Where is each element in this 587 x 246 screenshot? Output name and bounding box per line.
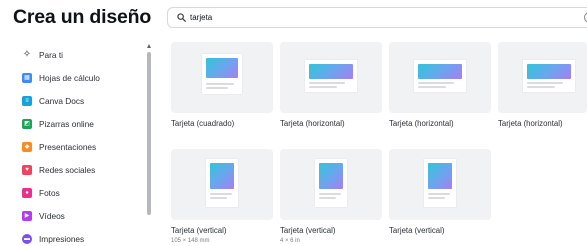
- sidebar-item-fotos[interactable]: ● Fotos: [22, 185, 60, 201]
- sidebar-item-label: Presentaciones: [39, 142, 97, 152]
- template-thumbnail: [280, 149, 382, 220]
- card-title: Tarjeta (vertical): [280, 226, 336, 235]
- sidebar-item-label: Hojas de cálculo: [39, 73, 100, 83]
- page-title: Crea un diseño: [13, 6, 152, 28]
- sidebar-item-impresiones[interactable]: ▬ Impresiones: [22, 231, 84, 246]
- card-title: Tarjeta (horizontal): [280, 119, 345, 128]
- sidebar-item-pizarras-online[interactable]: ◩ Pizarras online: [22, 116, 94, 132]
- template-thumbnail: [389, 149, 491, 220]
- sidebar-item-label: Fotos: [39, 188, 60, 198]
- video-icon: ▶: [22, 211, 32, 221]
- sidebar-item-hojas-de-calculo[interactable]: ▦ Hojas de cálculo: [22, 70, 100, 86]
- search-input[interactable]: [190, 10, 570, 25]
- sidebar-item-para-ti[interactable]: ✧ Para ti: [22, 47, 63, 63]
- sidebar-item-label: Impresiones: [39, 234, 85, 244]
- sidebar-item-canva-docs[interactable]: ≡ Canva Docs: [22, 93, 84, 109]
- spreadsheet-icon: ▦: [22, 73, 32, 83]
- scroll-up-arrow-icon[interactable]: [147, 44, 151, 48]
- sidebar-item-presentaciones[interactable]: ◆ Presentaciones: [22, 139, 96, 155]
- card-title: Tarjeta (vertical): [171, 226, 227, 235]
- sidebar-scrollbar[interactable]: [147, 44, 152, 246]
- sidebar-item-redes-sociales[interactable]: ♥ Redes sociales: [22, 162, 95, 178]
- card-title: Tarjeta (horizontal): [389, 119, 454, 128]
- card-dimensions: 105 × 148 mm: [171, 238, 210, 244]
- heart-icon: ♥: [22, 165, 32, 175]
- template-thumbnail: [389, 42, 491, 113]
- sidebar: ✧ Para ti ▦ Hojas de cálculo ≡ Canva Doc…: [0, 44, 156, 246]
- card-title: Tarjeta (cuadrado): [171, 119, 235, 128]
- photo-icon: ●: [22, 188, 32, 198]
- sidebar-item-label: Para ti: [39, 50, 63, 60]
- search-icon: [177, 13, 186, 22]
- sidebar-item-label: Canva Docs: [39, 96, 85, 106]
- search-bar[interactable]: [167, 7, 587, 28]
- template-thumbnail: [171, 42, 273, 113]
- sidebar-item-label: Vídeos: [39, 211, 65, 221]
- card-title: Tarjeta (horizontal): [498, 119, 563, 128]
- sidebar-item-label: Redes sociales: [39, 165, 96, 175]
- sidebar-item-label: Pizarras online: [39, 119, 94, 129]
- scroll-thumb[interactable]: [147, 52, 151, 215]
- template-thumbnail: [498, 42, 587, 113]
- card-title: Tarjeta (vertical): [389, 226, 445, 235]
- presentation-icon: ◆: [22, 142, 32, 152]
- sparkle-icon: ✧: [22, 49, 32, 60]
- sidebar-item-videos[interactable]: ▶ Vídeos: [22, 208, 65, 224]
- whiteboard-icon: ◩: [22, 119, 32, 129]
- template-thumbnail: [171, 149, 273, 220]
- print-icon: ▬: [22, 234, 32, 244]
- template-thumbnail: [280, 42, 382, 113]
- card-dimensions: 4 × 6 in: [280, 238, 300, 244]
- docs-icon: ≡: [22, 96, 32, 106]
